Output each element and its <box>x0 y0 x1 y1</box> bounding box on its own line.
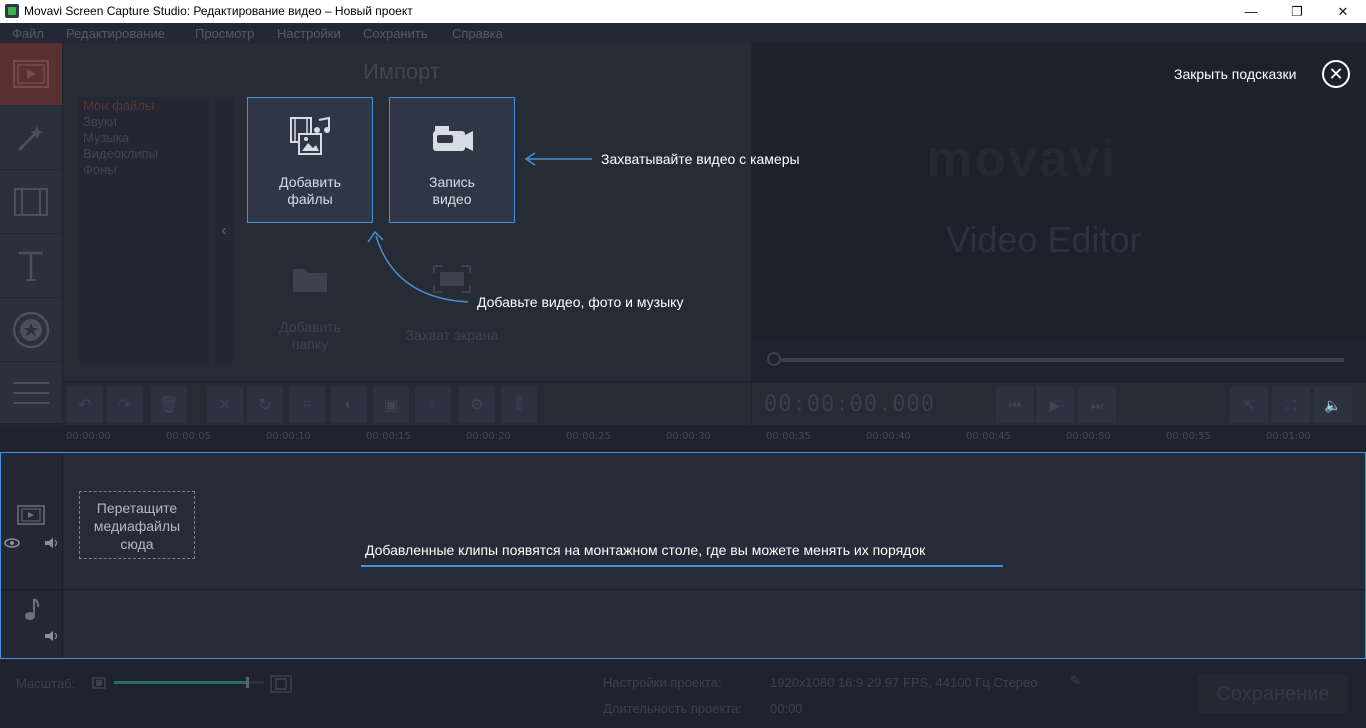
close-hints-button[interactable]: ✕ <box>1322 60 1350 88</box>
camera-hint: Захватывайте видео с камеры <box>601 151 800 167</box>
add-media-hint-arrowhead <box>367 230 384 243</box>
timeline-hint: Добавленные клипы появятся на монтажном … <box>365 542 926 558</box>
close-icon: ✕ <box>1328 63 1344 84</box>
close-hints-label[interactable]: Закрыть подсказки <box>1174 66 1296 82</box>
hint-arrows <box>361 152 1003 567</box>
add-media-hint: Добавьте видео, фото и музыку <box>477 294 684 310</box>
add-media-hint-arrow <box>375 235 469 303</box>
